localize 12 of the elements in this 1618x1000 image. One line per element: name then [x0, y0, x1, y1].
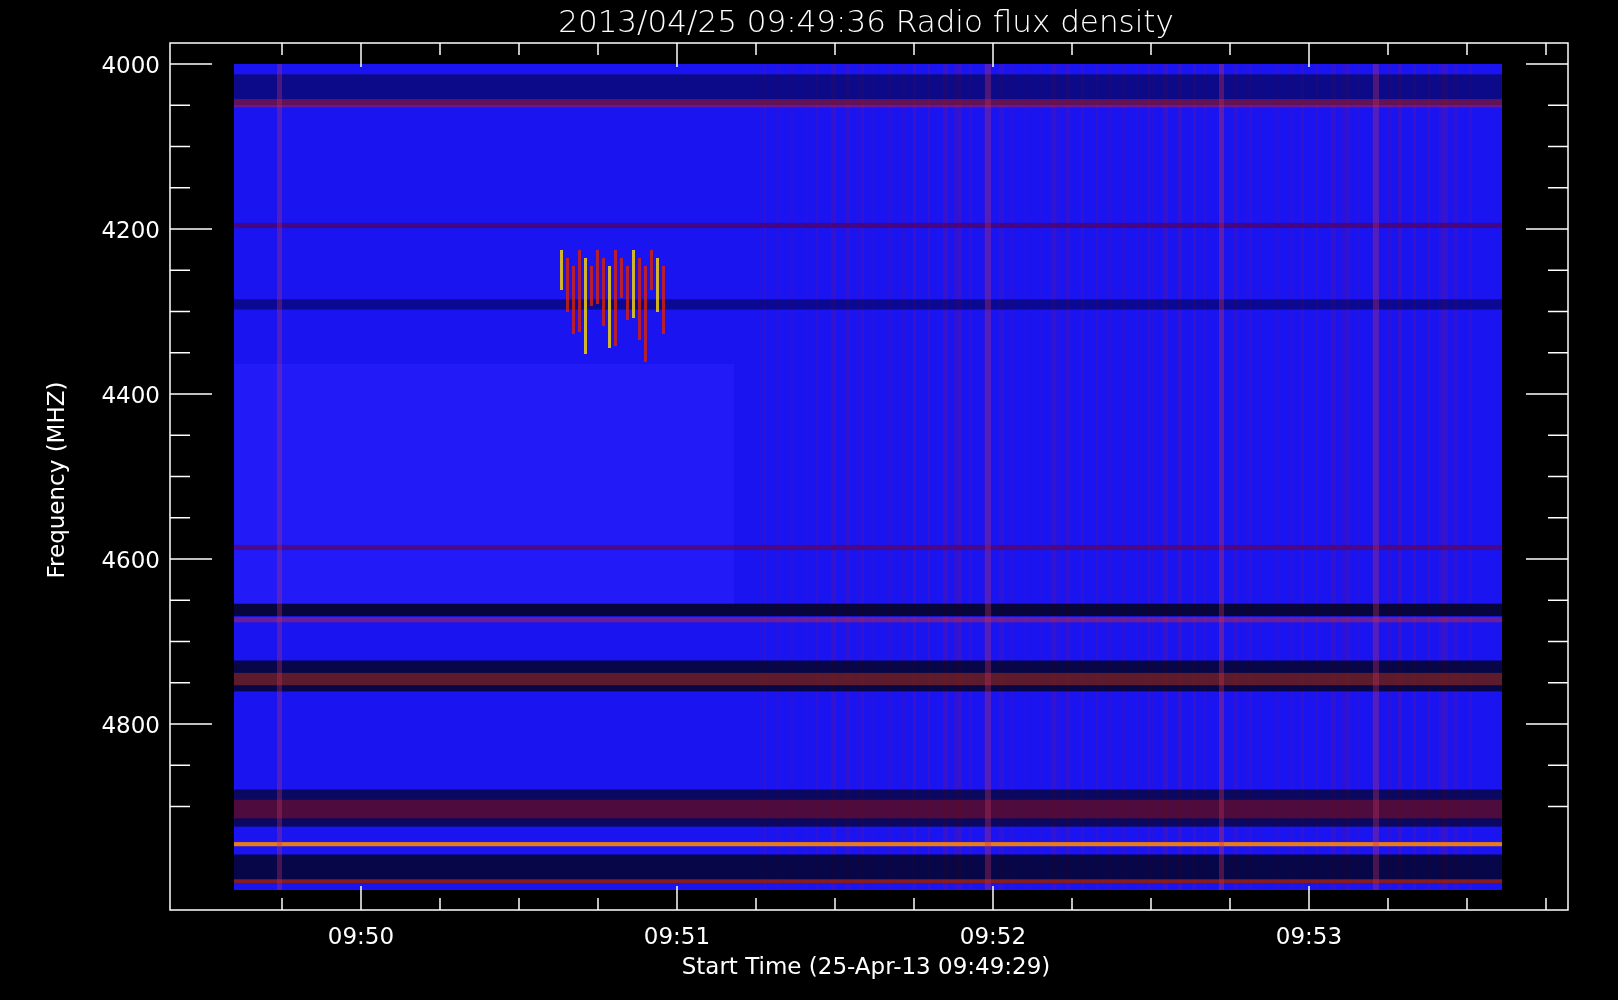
- y-tick-label: 4600: [101, 547, 160, 573]
- x-tick-label: 09:53: [1275, 923, 1343, 949]
- x-tick-label: 09:52: [959, 923, 1027, 949]
- y-tick-label: 4200: [101, 217, 160, 243]
- x-tick-label: 09:50: [327, 923, 395, 949]
- y-axis-label: Frequency (MHZ): [43, 381, 69, 579]
- chart-title: 2013/04/25 09:49:36 Radio flux density: [558, 3, 1174, 39]
- y-tick-label: 4000: [101, 52, 160, 78]
- y-tick-label: 4800: [101, 712, 160, 738]
- y-tick-label: 4400: [101, 382, 160, 408]
- x-tick-label: 09:51: [643, 923, 711, 949]
- x-axis-label: Start Time (25-Apr-13 09:49:29): [681, 953, 1051, 979]
